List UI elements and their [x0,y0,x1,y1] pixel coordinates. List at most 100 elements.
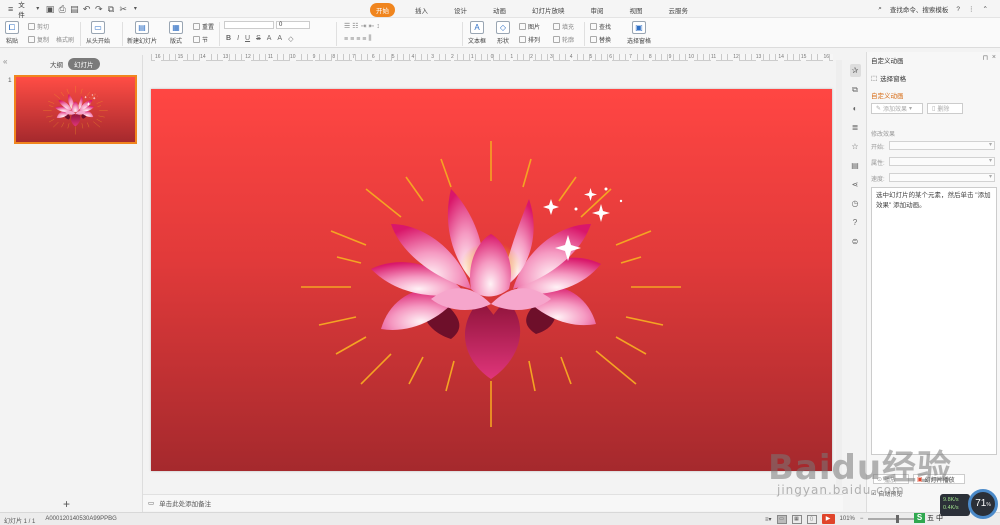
zoom-slider[interactable] [868,515,919,523]
find-button[interactable]: 查找 [590,22,611,31]
print-icon[interactable]: ⎙ [58,4,67,14]
input-method-bar[interactable]: S 五 中 [914,512,968,524]
section-button[interactable]: 节 [193,35,208,44]
storage-icon[interactable]: ▤ [850,159,861,172]
copy-button[interactable]: 复制 [28,35,49,44]
font-color-icon[interactable]: A [267,35,272,43]
text-box-button[interactable]: A 文本框 [468,21,486,45]
reset-button[interactable]: 重置 [193,22,214,31]
picture-button[interactable]: 图片 [519,22,540,31]
paste-button[interactable]: ⧠ 粘贴 [5,21,19,45]
arrange-button[interactable]: 排列 [519,35,540,44]
justify-icon[interactable]: ≡ [362,36,366,43]
tab-outline[interactable]: 大纲 [44,58,69,70]
select-pane-link[interactable]: ⬚ 选择窗格 [871,73,906,83]
redo-icon[interactable]: ↷ [94,4,103,14]
menu-icon[interactable]: ≡ [6,4,15,14]
italic-icon[interactable]: I [237,35,239,43]
align-right-icon[interactable]: ≡ [356,36,360,43]
custom-animation-icon[interactable]: ✰ [849,64,861,77]
tab-review[interactable]: 审阅 [585,3,610,17]
shape-button[interactable]: ◇ 形状 [496,21,510,45]
chevron-down-icon[interactable]: ▾ [131,4,140,14]
print-preview-icon[interactable]: ▤ [70,4,79,14]
tab-cloud[interactable]: 云服务 [663,3,695,17]
indent-icon[interactable]: ⇥ [361,22,367,30]
sorter-view-icon[interactable]: ▦ [791,514,802,524]
speed-select[interactable]: ▾ [889,173,995,182]
strikethrough-icon[interactable]: S [256,35,261,43]
tab-slideshow[interactable]: 幻灯片放映 [526,3,571,17]
tab-home[interactable]: 开始 [370,3,395,17]
slide-switch-icon[interactable]: ⧉ [850,83,861,96]
share-icon[interactable]: ⋖ [850,178,861,191]
lotus-image[interactable] [151,89,832,471]
align-center-icon[interactable]: ≡ [350,36,354,43]
slideshow-play-icon[interactable]: ▶ [821,514,835,524]
char-spacing-icon[interactable]: A [277,35,282,43]
command-search[interactable]: 查找命令、搜索模板 [890,4,949,14]
fill-button[interactable]: 填充 [553,22,574,31]
tab-insert[interactable]: 插入 [409,3,434,17]
copy-format-icon[interactable]: ⧉ [106,4,115,14]
outdent-icon[interactable]: ⇤ [368,22,374,30]
numbered-list-icon[interactable]: ☷ [352,22,358,30]
notes-area[interactable]: ▭ 单击此处添加备注 [143,494,843,511]
history-icon[interactable]: ◷ [850,197,861,210]
notes-placeholder[interactable]: 单击此处添加备注 [159,498,211,508]
tab-design[interactable]: 设计 [448,3,473,17]
layout-button[interactable]: ▦ 版式 [169,21,183,45]
tools-icon[interactable]: ✂ [119,4,128,14]
outline-button[interactable]: 轮廓 [553,35,574,44]
object-properties-icon[interactable]: ◐ [850,102,861,115]
bullet-list-icon[interactable]: ☰ [344,22,350,30]
font-name-select[interactable] [224,21,274,29]
vertical-scrollbar[interactable] [836,60,842,490]
more-icon[interactable]: ⋮ [968,5,975,13]
settings-icon[interactable]: ⊜ [850,235,861,248]
notes-toggle-icon[interactable]: ≡▾ [765,516,772,523]
chevron-down-icon[interactable]: ▾ [33,4,42,14]
close-icon[interactable]: × [992,54,996,62]
line-spacing-icon[interactable]: ↕ [376,23,380,30]
slide-thumbnail[interactable] [14,75,137,144]
tab-view[interactable]: 视图 [624,3,649,17]
replace-button[interactable]: 替换 [590,35,611,44]
collapse-panel-icon[interactable]: « [3,57,7,66]
select-pane-button[interactable]: ▣ 选择窗格 [627,21,651,45]
start-select[interactable]: ▾ [889,141,995,150]
columns-icon[interactable]: ⫼ [368,35,371,43]
tab-slides[interactable]: 幻灯片 [68,58,100,70]
memory-gauge[interactable]: 71% [968,489,998,519]
slide-canvas[interactable] [151,89,832,471]
help-icon[interactable]: ? [956,6,960,13]
bold-icon[interactable]: B [226,35,231,43]
zoom-out-icon[interactable]: − [860,516,864,522]
font-size-select[interactable]: 0 [276,21,310,29]
reading-view-icon[interactable]: ▯ [806,514,817,524]
add-effect-button[interactable]: ✎ 添加效果 ▾ [871,103,923,114]
tab-animation[interactable]: 动画 [487,3,512,17]
zoom-slider-thumb[interactable] [896,515,900,523]
save-icon[interactable]: ▣ [45,4,55,14]
from-start-button[interactable]: ▭ 从头开始 [86,21,110,45]
file-menu[interactable]: 文件 [18,0,30,19]
add-slide-icon[interactable]: + [63,497,70,511]
paragraph-icon[interactable]: ≣ [850,121,861,134]
undo-icon[interactable]: ↶ [82,4,91,14]
help-icon[interactable]: ? [850,216,861,229]
search-icon[interactable]: ⌕ [878,5,882,13]
delete-effect-button[interactable]: ▯ 删除 [927,103,963,114]
zoom-level[interactable]: 101% [840,516,855,522]
format-painter-button[interactable]: 格式刷 [56,35,74,44]
animation-list[interactable]: 选中幻灯片的某个元素，然后单击 "添加效果" 添加动画。 [871,187,997,455]
pin-icon[interactable]: ⊓ [982,54,987,62]
align-left-icon[interactable]: ≡ [344,36,348,43]
property-select[interactable]: ▾ [889,157,995,166]
new-slide-button[interactable]: ▤ 新建幻灯片 [127,21,157,45]
star-icon[interactable]: ☆ [850,140,861,153]
cut-button[interactable]: 剪切 [28,22,49,31]
underline-icon[interactable]: U [245,35,250,43]
clear-format-icon[interactable]: ◇ [288,35,293,43]
collapse-ribbon-icon[interactable]: ⌃ [983,5,988,13]
